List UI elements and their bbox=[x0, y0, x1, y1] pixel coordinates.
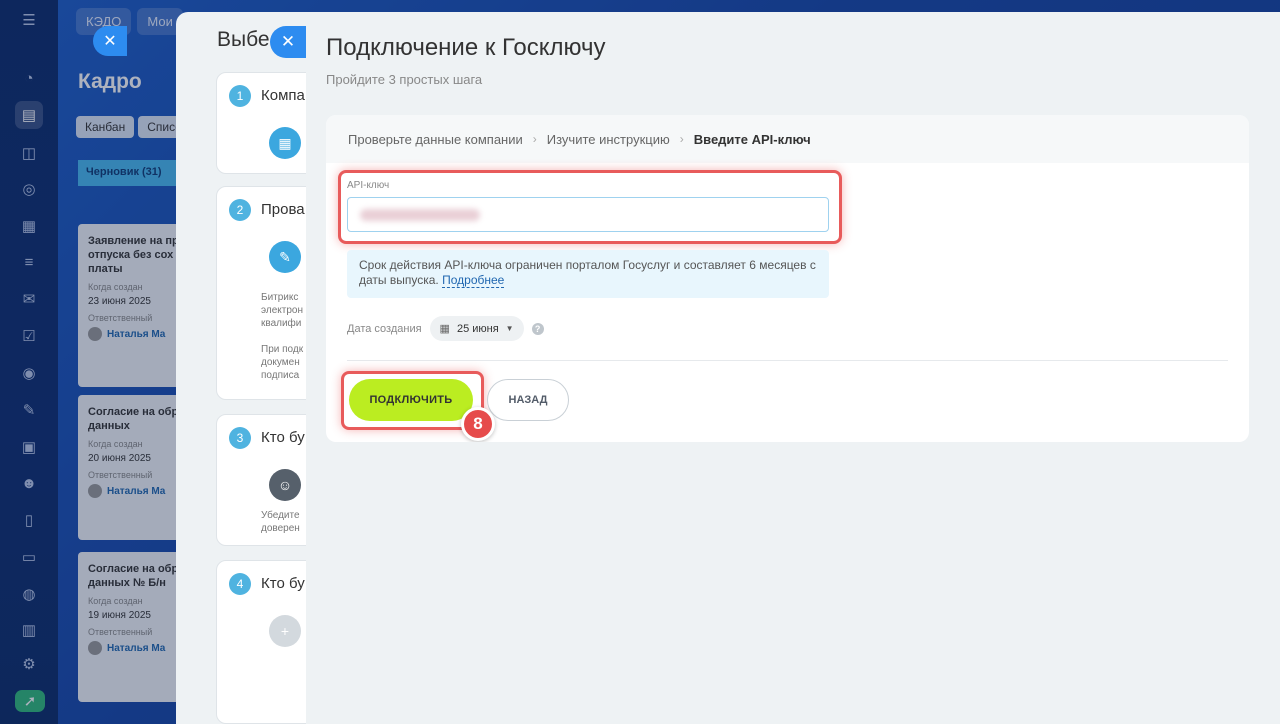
back-button[interactable]: НАЗАД bbox=[487, 379, 569, 421]
divider bbox=[347, 360, 1228, 361]
add-user-icon[interactable]: + bbox=[269, 615, 301, 647]
info-box: Срок действия API-ключа ограничен портал… bbox=[347, 250, 829, 298]
page-title: Подключение к Госключу bbox=[326, 34, 606, 61]
date-picker[interactable]: ▦ 25 июня ▼ bbox=[429, 316, 524, 341]
chevron-right-icon: › bbox=[532, 132, 537, 146]
step-title: Кто бу bbox=[261, 575, 305, 592]
info-text: Срок действия API-ключа ограничен портал… bbox=[359, 258, 816, 287]
step-number: 3 bbox=[229, 427, 251, 449]
page-subtitle: Пройдите 3 простых шага bbox=[326, 72, 483, 87]
wizard-title: Выбе bbox=[217, 28, 270, 51]
breadcrumb-step-2[interactable]: Изучите инструкцию bbox=[547, 132, 670, 147]
signature-icon: ✎ bbox=[269, 241, 301, 273]
step-number: 1 bbox=[229, 85, 251, 107]
input-highlight bbox=[338, 170, 842, 244]
close-icon[interactable]: ✕ bbox=[93, 26, 127, 56]
breadcrumb-step-3: Введите API-ключ bbox=[693, 131, 811, 147]
help-icon[interactable]: ? bbox=[531, 322, 544, 335]
step-text: докумен bbox=[261, 357, 300, 368]
api-key-card: Проверьте данные компании › Изучите инст… bbox=[326, 115, 1249, 442]
step-text: При подк bbox=[261, 344, 304, 355]
building-icon: ▦ bbox=[269, 127, 301, 159]
step-text: подписа bbox=[261, 370, 300, 381]
step-number: 2 bbox=[229, 199, 251, 221]
more-link[interactable]: Подробнее bbox=[442, 273, 505, 288]
chevron-right-icon: › bbox=[679, 132, 684, 146]
step-text: электрон bbox=[261, 305, 303, 316]
chevron-down-icon: ▼ bbox=[505, 324, 514, 333]
step-text: квалифи bbox=[261, 318, 302, 329]
date-value: 25 июня bbox=[456, 322, 499, 335]
close-icon[interactable]: ✕ bbox=[270, 26, 306, 58]
step-title: Кто бу bbox=[261, 429, 305, 446]
step-text: доверен bbox=[261, 523, 300, 534]
gosklyuch-panel: Подключение к Госключу Пройдите 3 просты… bbox=[306, 12, 1280, 724]
step-title: Компа bbox=[261, 87, 305, 104]
creation-date-row: Дата создания ▦ 25 июня ▼ ? bbox=[347, 316, 544, 341]
calendar-icon: ▦ bbox=[439, 323, 450, 335]
date-label: Дата создания bbox=[347, 322, 422, 335]
connect-button[interactable]: ПОДКЛЮЧИТЬ bbox=[349, 379, 473, 421]
step-title: Прова bbox=[261, 201, 305, 218]
step-text: Битрикс bbox=[261, 292, 299, 303]
breadcrumb-step-1[interactable]: Проверьте данные компании bbox=[348, 132, 523, 147]
step-text: Убедите bbox=[261, 510, 300, 521]
avatar: ☺ bbox=[269, 469, 301, 501]
step-number: 4 bbox=[229, 573, 251, 595]
step-badge: 8 bbox=[461, 407, 495, 441]
breadcrumb: Проверьте данные компании › Изучите инст… bbox=[326, 115, 1249, 163]
